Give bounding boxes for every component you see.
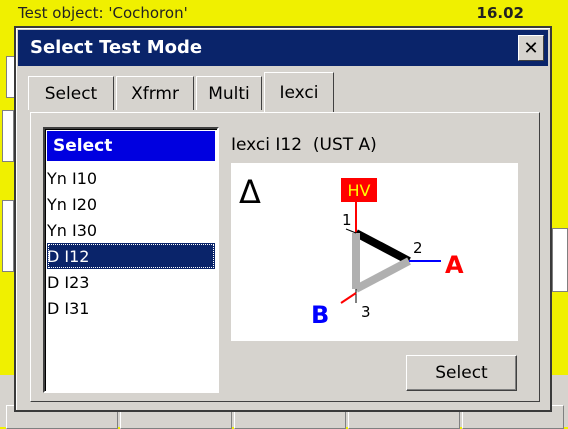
- close-button[interactable]: ✕: [518, 35, 544, 61]
- delta-symbol: Δ: [239, 173, 261, 211]
- dialog-title-bar[interactable]: Select Test Mode ✕: [18, 30, 548, 66]
- dialog-title: Select Test Mode: [30, 37, 203, 58]
- list-header: Select: [47, 131, 215, 161]
- close-icon: ✕: [523, 37, 539, 59]
- background-field-right: [552, 228, 568, 292]
- list-item[interactable]: Yn I20: [47, 191, 215, 217]
- node-2-label: 2: [413, 239, 423, 257]
- background-title: Test object: 'Cochoron': [18, 4, 188, 22]
- tab-select[interactable]: Select: [28, 76, 114, 110]
- tab-xfrmr[interactable]: Xfrmr: [116, 76, 194, 110]
- test-mode-list[interactable]: Select Yn I10 Yn I20 Yn I30 D I12 D I23 …: [43, 127, 219, 393]
- background-field-left-2: [2, 110, 14, 162]
- mode-label: Iexci I12 (UST A): [231, 135, 377, 155]
- terminal-a-label: A: [445, 251, 464, 279]
- tab-iexci[interactable]: Iexci: [264, 72, 334, 112]
- select-button[interactable]: Select: [406, 355, 517, 391]
- node-3-label: 3: [361, 303, 371, 321]
- winding-1-2: [354, 229, 411, 265]
- background-field-left-3: [2, 200, 14, 272]
- list-item[interactable]: D I31: [47, 295, 215, 321]
- tab-multi[interactable]: Multi: [196, 76, 262, 110]
- winding-2-3: [354, 257, 411, 293]
- connection-diagram: Δ HV 1 2 3 A B: [231, 163, 518, 341]
- node-1-label: 1: [342, 211, 352, 229]
- list-item[interactable]: Yn I10: [47, 165, 215, 191]
- b-lead: [340, 292, 357, 304]
- terminal-b-label: B: [311, 301, 329, 329]
- background-title-value: 16.02: [476, 4, 524, 22]
- hv-label: HV: [348, 181, 371, 200]
- node-1-tick: [345, 228, 357, 234]
- delta-diagram: Δ HV 1 2 3 A B: [239, 173, 464, 329]
- select-test-mode-dialog: Select Test Mode ✕ Select Xfrmr Multi Ie…: [14, 26, 552, 412]
- list-item[interactable]: D I23: [47, 269, 215, 295]
- tab-page-iexci: Select Yn I10 Yn I20 Yn I30 D I12 D I23 …: [30, 112, 540, 402]
- list-item-selected[interactable]: D I12: [47, 243, 215, 269]
- list-item[interactable]: Yn I30: [47, 217, 215, 243]
